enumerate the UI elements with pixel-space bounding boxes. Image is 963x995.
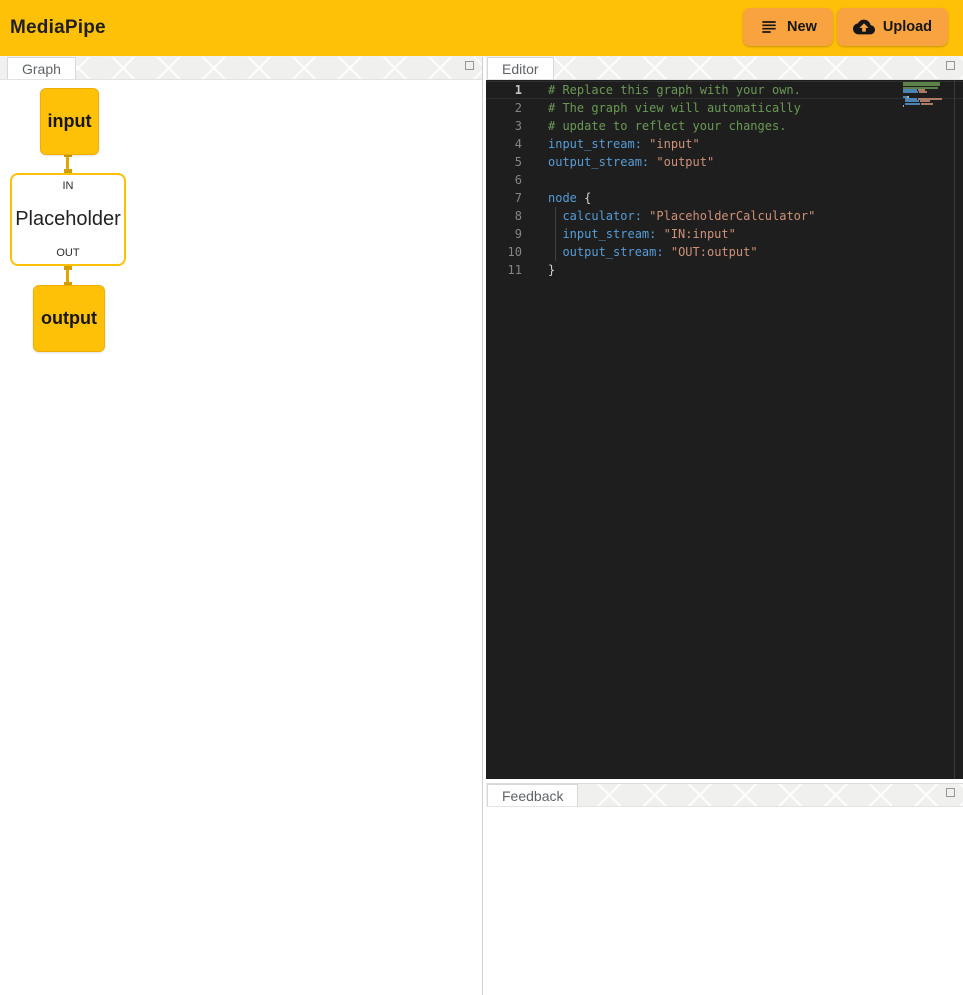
tab-feedback-label: Feedback — [502, 788, 563, 804]
graph-panel: Graph input IN Placeholder OUT output — [0, 57, 483, 995]
line-number: 3 — [486, 117, 532, 135]
code-line[interactable]: 10 output_stream: "OUT:output" — [486, 243, 963, 261]
code-line[interactable]: 3# update to reflect your changes. — [486, 117, 963, 135]
editor-maximize-icon[interactable] — [946, 61, 955, 70]
line-number: 8 — [486, 207, 532, 225]
code-line[interactable]: 1# Replace this graph with your own. — [486, 81, 963, 99]
line-number: 7 — [486, 189, 532, 207]
tab-editor[interactable]: Editor — [487, 57, 554, 79]
feedback-panel: Feedback — [486, 783, 963, 995]
graph-node-input-label: input — [48, 111, 92, 132]
code-line[interactable]: 8 calculator: "PlaceholderCalculator" — [486, 207, 963, 225]
indent-guide — [555, 207, 556, 261]
line-number: 4 — [486, 135, 532, 153]
line-number: 1 — [486, 81, 532, 99]
cloud-upload-icon — [853, 16, 875, 38]
graph-node-output[interactable]: output — [33, 285, 105, 352]
feedback-content — [486, 807, 963, 995]
app-title: MediaPipe — [10, 17, 106, 39]
tab-graph-label: Graph — [22, 61, 61, 77]
editor-scrollbar[interactable] — [954, 80, 955, 779]
tab-editor-label: Editor — [502, 61, 539, 77]
upload-button[interactable]: Upload — [837, 8, 948, 46]
line-number: 6 — [486, 171, 532, 189]
graph-maximize-icon[interactable] — [465, 61, 474, 70]
minimap[interactable] — [903, 82, 947, 107]
code-line[interactable]: 2# The graph view will automatically — [486, 99, 963, 117]
tab-graph[interactable]: Graph — [7, 57, 76, 79]
new-button[interactable]: New — [743, 8, 833, 46]
placeholder-title: Placeholder — [15, 208, 121, 231]
graph-node-placeholder[interactable]: IN Placeholder OUT — [10, 173, 126, 266]
code-line[interactable]: 9 input_stream: "IN:input" — [486, 225, 963, 243]
line-number: 2 — [486, 99, 532, 117]
app-header: MediaPipe New Upload — [0, 0, 963, 56]
placeholder-in-label: IN — [63, 180, 74, 192]
graph-panel-header: Graph — [0, 57, 482, 80]
new-button-label: New — [787, 19, 817, 35]
upload-button-label: Upload — [883, 19, 932, 35]
code-line[interactable]: 5output_stream: "output" — [486, 153, 963, 171]
code-editor[interactable]: 1# Replace this graph with your own.2# T… — [486, 80, 963, 779]
feedback-maximize-icon[interactable] — [946, 788, 955, 797]
code-lines: 1# Replace this graph with your own.2# T… — [486, 80, 963, 279]
line-number: 9 — [486, 225, 532, 243]
editor-panel-header: Editor — [486, 57, 963, 80]
line-number: 10 — [486, 243, 532, 261]
graph-node-input[interactable]: input — [40, 88, 99, 155]
tab-feedback[interactable]: Feedback — [487, 784, 578, 806]
subject-icon — [759, 17, 779, 37]
editor-panel: Editor 1# Replace this graph with your o… — [486, 57, 963, 779]
feedback-panel-header: Feedback — [486, 784, 963, 807]
line-number: 5 — [486, 153, 532, 171]
placeholder-out-label: OUT — [56, 247, 79, 259]
graph-canvas[interactable]: input IN Placeholder OUT output — [0, 80, 482, 995]
code-line[interactable]: 11} — [486, 261, 963, 279]
graph-node-output-label: output — [41, 308, 97, 329]
code-line[interactable]: 6 — [486, 171, 963, 189]
header-actions: New Upload — [743, 8, 948, 46]
code-line[interactable]: 4input_stream: "input" — [486, 135, 963, 153]
line-number: 11 — [486, 261, 532, 279]
code-line[interactable]: 7node { — [486, 189, 963, 207]
